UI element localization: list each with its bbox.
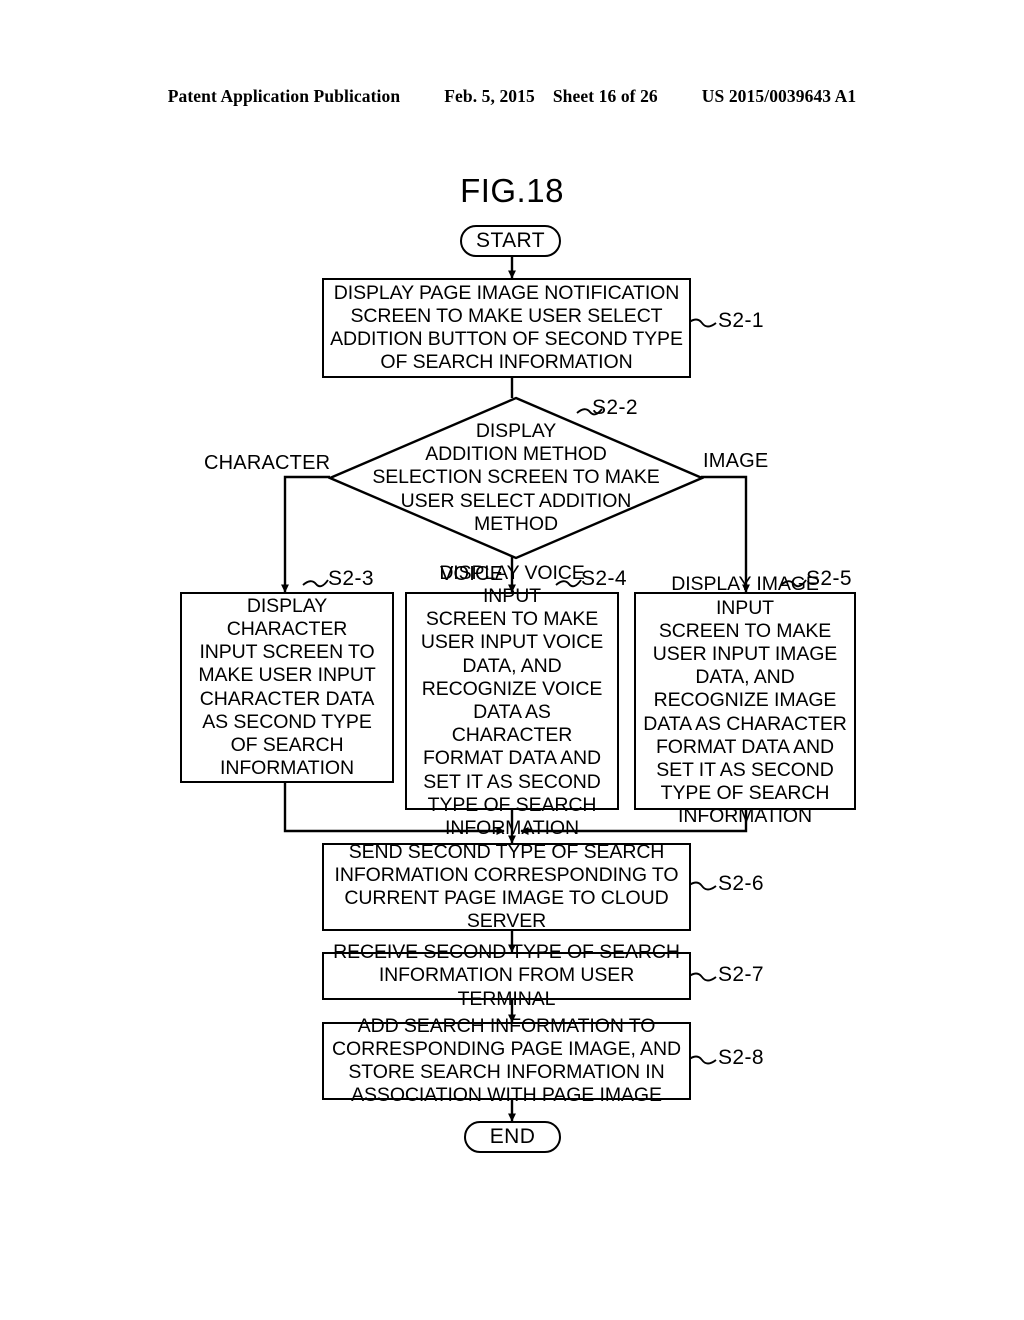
header-sheet-label: Sheet 16 of 26 bbox=[552, 86, 658, 106]
process-s2-3-label: DISPLAY CHARACTER INPUT SCREEN TO MAKE U… bbox=[198, 594, 376, 780]
process-s2-6-label: SEND SECOND TYPE OF SEARCH INFORMATION C… bbox=[334, 840, 679, 933]
process-s2-8-label: ADD SEARCH INFORMATION TO CORRESPONDING … bbox=[332, 1014, 681, 1107]
branch-label-character: CHARACTER bbox=[204, 452, 331, 474]
step-ref-s2-6: S2-6 bbox=[718, 872, 764, 895]
process-s2-7: RECEIVE SECOND TYPE OF SEARCH INFORMATIO… bbox=[322, 941, 691, 1010]
process-s2-7-label: RECEIVE SECOND TYPE OF SEARCH INFORMATIO… bbox=[333, 941, 680, 1010]
patent-figure-page: Patent Application Publication Feb. 5, 2… bbox=[0, 0, 1024, 1320]
step-ref-s2-7: S2-7 bbox=[718, 963, 764, 986]
process-s2-8: ADD SEARCH INFORMATION TO CORRESPONDING … bbox=[322, 1015, 691, 1106]
process-s2-3: DISPLAY CHARACTER INPUT SCREEN TO MAKE U… bbox=[180, 592, 394, 783]
header-patent-number-label: US 2015/0039643 A1 bbox=[701, 86, 857, 106]
process-s2-1: DISPLAY PAGE IMAGE NOTIFICATION SCREEN T… bbox=[322, 278, 691, 378]
step-ref-s2-2: S2-2 bbox=[592, 396, 638, 419]
start-node: START bbox=[460, 225, 561, 257]
figure-title: FIG.18 bbox=[460, 172, 564, 209]
process-s2-5-label: DISPLAY IMAGE INPUT SCREEN TO MAKE USER … bbox=[643, 573, 847, 828]
step-ref-s2-1: S2-1 bbox=[718, 309, 764, 332]
step-ref-s2-5: S2-5 bbox=[806, 567, 852, 590]
decision-s2-2-label: DISPLAY ADDITION METHOD SELECTION SCREEN… bbox=[372, 419, 660, 536]
process-s2-4-label: DISPLAY VOICE INPUT SCREEN TO MAKE USER … bbox=[420, 561, 604, 840]
step-ref-s2-4: S2-4 bbox=[581, 567, 627, 590]
process-s2-5: DISPLAY IMAGE INPUT SCREEN TO MAKE USER … bbox=[634, 573, 856, 827]
step-ref-s2-8: S2-8 bbox=[718, 1046, 764, 1069]
publication-header: Patent Application Publication Feb. 5, 2… bbox=[0, 86, 1024, 107]
header-publication-label: Patent Application Publication bbox=[167, 86, 401, 106]
step-ref-s2-3: S2-3 bbox=[328, 567, 374, 590]
end-node-label: END bbox=[489, 1125, 536, 1148]
branch-label-image: IMAGE bbox=[703, 450, 769, 472]
process-s2-4: DISPLAY VOICE INPUT SCREEN TO MAKE USER … bbox=[405, 562, 619, 839]
process-s2-1-label: DISPLAY PAGE IMAGE NOTIFICATION SCREEN T… bbox=[330, 281, 683, 374]
header-date-label: Feb. 5, 2015 bbox=[444, 86, 535, 106]
start-node-label: START bbox=[476, 229, 545, 252]
end-node: END bbox=[464, 1121, 561, 1153]
decision-s2-2: DISPLAY ADDITION METHOD SELECTION SCREEN… bbox=[328, 396, 704, 560]
process-s2-6: SEND SECOND TYPE OF SEARCH INFORMATION C… bbox=[322, 840, 691, 933]
